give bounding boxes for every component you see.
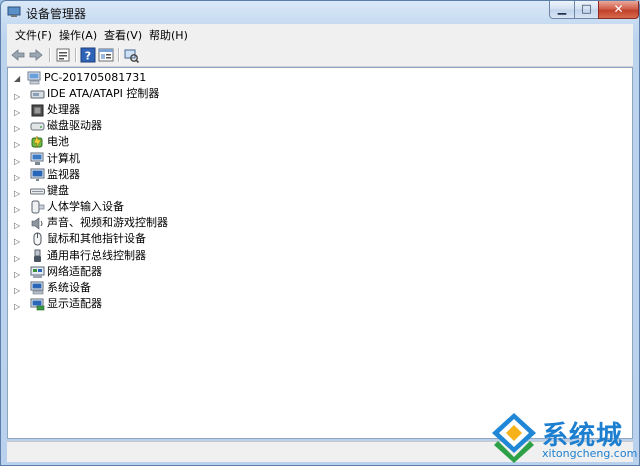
expand-arrow-icon[interactable]: ▷ xyxy=(14,267,20,283)
tree-node-label: 键盘 xyxy=(47,183,69,197)
expand-arrow-icon[interactable]: ▷ xyxy=(14,105,20,121)
details-icon[interactable] xyxy=(98,47,114,63)
close-button[interactable]: ✕ xyxy=(598,1,639,19)
device-manager-window: 设备管理器 ▁ □ ✕ 文件(F) 操作(A) 查看(V) 帮助(H) ? ◢ … xyxy=(0,0,640,466)
menu-file[interactable]: 文件(F) xyxy=(15,27,52,43)
tree-node-label: 监视器 xyxy=(47,167,80,181)
tree-node-label: 磁盘驱动器 xyxy=(47,119,102,133)
tree-node-label: 显示适配器 xyxy=(47,296,102,310)
display-adapter-icon xyxy=(30,298,45,311)
tree-node-label: IDE ATA/ATAPI 控制器 xyxy=(47,87,160,100)
title-bar[interactable]: 设备管理器 ▁ □ ✕ xyxy=(1,1,639,23)
computer-name-label: PC-201705081731 xyxy=(44,71,147,84)
maximize-button[interactable]: □ xyxy=(574,1,599,19)
tree-node-label: 声音、视频和游戏控制器 xyxy=(47,216,168,230)
menu-bar: 文件(F) 操作(A) 查看(V) 帮助(H) xyxy=(7,24,633,46)
disk-drive-icon xyxy=(30,122,45,131)
expand-arrow-icon[interactable]: ▷ xyxy=(14,218,20,234)
minimize-button[interactable]: ▁ xyxy=(549,1,575,19)
expand-arrow-icon[interactable]: ▷ xyxy=(14,89,20,105)
computer-root-icon xyxy=(27,71,41,85)
toolbar-separator xyxy=(75,48,77,62)
toolbar-separator xyxy=(118,48,120,62)
tree-node-label: 人体学输入设备 xyxy=(47,200,124,214)
device-manager-app-icon xyxy=(7,6,21,17)
tree-node-label: 电池 xyxy=(47,135,69,149)
watermark: 系统城 xitongcheng.com xyxy=(486,409,638,465)
tree-node-label: 处理器 xyxy=(47,103,80,117)
battery-icon xyxy=(31,135,43,149)
tree-node-label: 鼠标和其他指针设备 xyxy=(47,232,146,246)
help-icon[interactable]: ? xyxy=(80,47,96,63)
tree-node-label: 系统设备 xyxy=(47,280,91,294)
ide-controller-icon xyxy=(30,90,45,99)
expand-arrow-icon[interactable]: ▷ xyxy=(14,137,20,153)
expand-arrow-icon[interactable]: ▷ xyxy=(14,154,20,170)
mouse-icon xyxy=(33,232,42,246)
expand-arrow-icon[interactable]: ▷ xyxy=(14,186,20,202)
window-title: 设备管理器 xyxy=(26,7,87,21)
system-device-icon xyxy=(30,281,44,295)
expand-arrow-icon[interactable]: ▷ xyxy=(14,202,20,218)
monitor-icon xyxy=(30,168,45,181)
watermark-logo-icon xyxy=(492,413,536,463)
toolbar: ? xyxy=(7,45,633,67)
scan-icon[interactable] xyxy=(123,47,139,63)
sound-icon xyxy=(31,217,43,230)
tree-node-label: 通用串行总线控制器 xyxy=(47,248,146,262)
device-tree: ◢ PC-201705081731 ▷ IDE ATA/ATAPI 控制器 ▷ 处理器… xyxy=(7,67,633,439)
menu-action[interactable]: 操作(A) xyxy=(59,27,97,43)
keyboard-icon xyxy=(30,188,45,195)
back-icon[interactable] xyxy=(10,47,26,63)
processor-icon xyxy=(31,104,44,117)
expand-arrow-icon[interactable]: ▷ xyxy=(14,121,20,137)
watermark-subtext: xitongcheng.com xyxy=(542,447,638,460)
expand-arrow-icon[interactable]: ▷ xyxy=(14,170,20,186)
tree-node-label: 网络适配器 xyxy=(47,264,102,278)
computer-icon xyxy=(30,152,44,165)
menu-help[interactable]: 帮助(H) xyxy=(149,27,188,43)
usb-icon xyxy=(34,249,41,262)
properties-icon[interactable] xyxy=(55,47,71,63)
expand-arrow-icon[interactable]: ▷ xyxy=(14,234,20,250)
tree-node-label: 计算机 xyxy=(47,151,80,165)
forward-icon[interactable] xyxy=(28,47,44,63)
svg-text:?: ? xyxy=(85,50,91,63)
network-adapter-icon xyxy=(30,266,45,278)
toolbar-separator xyxy=(49,48,51,62)
expand-arrow-icon[interactable]: ▷ xyxy=(14,283,20,299)
expand-arrow-icon[interactable]: ▷ xyxy=(14,299,20,315)
collapse-arrow-icon[interactable]: ◢ xyxy=(14,74,20,83)
expand-arrow-icon[interactable]: ▷ xyxy=(14,251,20,267)
menu-view[interactable]: 查看(V) xyxy=(104,27,142,43)
hid-icon xyxy=(31,200,45,214)
